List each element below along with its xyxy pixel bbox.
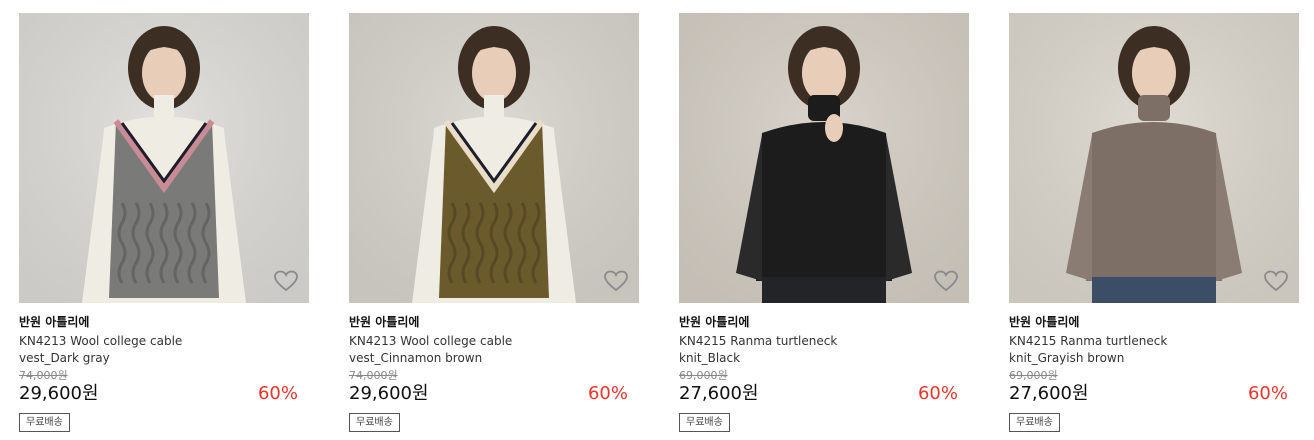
product-image[interactable]	[1009, 13, 1299, 303]
price-row: 29,600원 60%	[19, 382, 309, 406]
original-price: 74,000원	[349, 369, 398, 382]
product-name[interactable]: KN4215 Ranma turtleneck knit_Grayish bro…	[1009, 333, 1189, 367]
heart-outline-icon[interactable]	[1263, 269, 1289, 293]
product-card[interactable]: 반원 아틀리에 KN4215 Ranma turtleneck knit_Bla…	[679, 13, 969, 432]
sale-price: 29,600원	[19, 383, 99, 404]
heart-outline-icon[interactable]	[603, 269, 629, 293]
original-price: 69,000원	[1009, 369, 1058, 382]
model-photo	[19, 13, 309, 303]
brand-name[interactable]: 반원 아틀리에	[19, 314, 309, 330]
sale-price: 29,600원	[349, 383, 429, 404]
free-shipping-badge: 무료배송	[1009, 413, 1060, 432]
brand-name[interactable]: 반원 아틀리에	[679, 314, 969, 330]
product-name[interactable]: KN4215 Ranma turtleneck knit_Black	[679, 333, 859, 367]
sale-price: 27,600원	[679, 383, 759, 404]
price-row: 29,600원 60%	[349, 382, 639, 406]
model-photo	[679, 13, 969, 303]
brand-name[interactable]: 반원 아틀리에	[349, 314, 639, 330]
heart-outline-icon[interactable]	[273, 269, 299, 293]
free-shipping-badge: 무료배송	[349, 413, 400, 432]
discount-rate: 60%	[587, 383, 628, 404]
product-grid: 반원 아틀리에 KN4213 Wool college cable vest_D…	[0, 0, 1314, 440]
model-photo	[349, 13, 639, 303]
discount-rate: 60%	[257, 383, 298, 404]
model-photo	[1009, 13, 1299, 303]
original-price: 74,000원	[19, 369, 68, 382]
product-image[interactable]	[679, 13, 969, 303]
product-card[interactable]: 반원 아틀리에 KN4215 Ranma turtleneck knit_Gra…	[1009, 13, 1299, 432]
brand-name[interactable]: 반원 아틀리에	[1009, 314, 1299, 330]
product-card[interactable]: 반원 아틀리에 KN4213 Wool college cable vest_D…	[19, 13, 309, 432]
free-shipping-badge: 무료배송	[19, 413, 70, 432]
price-row: 27,600원 60%	[679, 382, 969, 406]
original-price: 69,000원	[679, 369, 728, 382]
heart-outline-icon[interactable]	[933, 269, 959, 293]
discount-rate: 60%	[917, 383, 958, 404]
sale-price: 27,600원	[1009, 383, 1089, 404]
product-name[interactable]: KN4213 Wool college cable vest_Cinnamon …	[349, 333, 529, 367]
discount-rate: 60%	[1247, 383, 1288, 404]
product-name[interactable]: KN4213 Wool college cable vest_Dark gray	[19, 333, 199, 367]
price-row: 27,600원 60%	[1009, 382, 1299, 406]
product-image[interactable]	[19, 13, 309, 303]
free-shipping-badge: 무료배송	[679, 413, 730, 432]
product-image[interactable]	[349, 13, 639, 303]
product-card[interactable]: 반원 아틀리에 KN4213 Wool college cable vest_C…	[349, 13, 639, 432]
